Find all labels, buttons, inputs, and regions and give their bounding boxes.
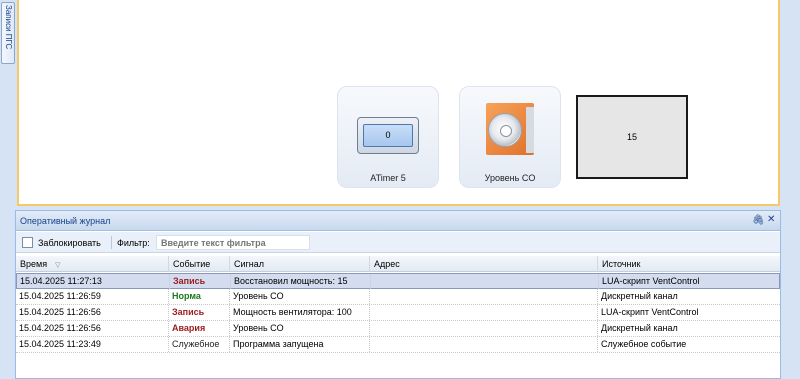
timer-value: 0 — [363, 124, 413, 147]
cell-address — [371, 274, 599, 289]
lock-checkbox[interactable] — [22, 237, 33, 248]
cell-source: Дискретный канал — [601, 323, 678, 333]
cell-address — [370, 321, 598, 336]
column-header-time-label: Время — [20, 259, 48, 269]
side-tab-pgs-records[interactable]: Записи ПГС — [1, 2, 15, 64]
pin-icon[interactable]: 🖇 — [752, 215, 765, 226]
column-header-address[interactable]: Адрес — [370, 256, 598, 272]
cell-signal: Мощность вентилятора: 100 — [230, 305, 370, 320]
timer-widget-label: ATimer 5 — [370, 173, 406, 183]
co-level-widget[interactable]: Уровень CO — [459, 86, 561, 188]
timer-widget[interactable]: 0 ATimer 5 — [337, 86, 439, 188]
table-row[interactable]: 15.04.2025 11:23:49 Служебное Программа … — [16, 337, 780, 353]
cell-event: Запись — [170, 274, 231, 289]
cell-event: Запись — [169, 305, 230, 320]
table-row[interactable]: 15.04.2025 11:27:13 Запись Восстановил м… — [16, 273, 780, 289]
lock-label: Заблокировать — [38, 238, 101, 248]
operational-journal-panel: Оперативный журнал 🖇 ✕ Заблокировать Фил… — [15, 210, 781, 379]
filter-label: Фильтр: — [117, 238, 150, 248]
cell-time: 15.04.2025 11:26:59 — [16, 289, 169, 304]
smoke-detector-icon — [488, 113, 522, 147]
journal-toolbar: Заблокировать Фильтр: — [16, 232, 780, 253]
cell-event: Служебное — [169, 337, 230, 352]
cell-source: Служебное событие — [601, 339, 687, 349]
co-widget-label: Уровень CO — [484, 173, 536, 183]
journal-title: Оперативный журнал — [20, 216, 111, 226]
table-row[interactable]: 15.04.2025 11:26:56 Авария Уровень CO Ди… — [16, 321, 780, 337]
cell-signal: Восстановил мощность: 15 — [231, 274, 371, 289]
value-display-box[interactable]: 15 — [576, 95, 688, 179]
column-header-event[interactable]: Событие — [169, 256, 230, 272]
close-icon[interactable]: ✕ — [767, 214, 775, 225]
filter-input[interactable] — [156, 235, 310, 250]
column-header-signal[interactable]: Сигнал — [230, 256, 370, 272]
mnemonic-canvas: 0 ATimer 5 Уровень CO 15 — [17, 0, 780, 206]
cell-time: 15.04.2025 11:23:49 — [16, 337, 169, 352]
cell-time: 15.04.2025 11:26:56 — [16, 321, 169, 336]
timer-button[interactable]: 0 — [357, 117, 419, 154]
cell-source: LUA-скрипт VentControl — [602, 276, 700, 286]
journal-grid-header: Время ▽ Событие Сигнал Адрес Источник — [16, 256, 780, 272]
cell-time: 15.04.2025 11:27:13 — [17, 274, 170, 289]
cell-address — [370, 337, 598, 352]
journal-header: Оперативный журнал 🖇 ✕ — [16, 211, 780, 231]
cell-event: Авария — [169, 321, 230, 336]
side-tab-label: Записи ПГС — [4, 5, 13, 50]
table-row[interactable]: 15.04.2025 11:26:56 Запись Мощность вент… — [16, 305, 780, 321]
cell-source: LUA-скрипт VentControl — [601, 307, 699, 317]
right-strip — [781, 0, 800, 379]
cell-source: Дискретный канал — [601, 291, 678, 301]
table-row[interactable]: 15.04.2025 11:26:59 Норма Уровень CO Дис… — [16, 289, 780, 305]
left-tab-strip: Записи ПГС — [0, 0, 16, 210]
cell-event: Норма — [169, 289, 230, 304]
cell-address — [370, 305, 598, 320]
cell-signal: Уровень CO — [230, 289, 370, 304]
column-header-source[interactable]: Источник — [598, 256, 780, 272]
cell-time: 15.04.2025 11:26:56 — [16, 305, 169, 320]
sort-descending-icon: ▽ — [55, 262, 61, 269]
cell-signal: Уровень CO — [230, 321, 370, 336]
column-header-time[interactable]: Время ▽ — [16, 256, 169, 272]
cell-signal: Программа запущена — [230, 337, 370, 352]
cell-address — [370, 289, 598, 304]
toolbar-separator — [111, 236, 112, 249]
